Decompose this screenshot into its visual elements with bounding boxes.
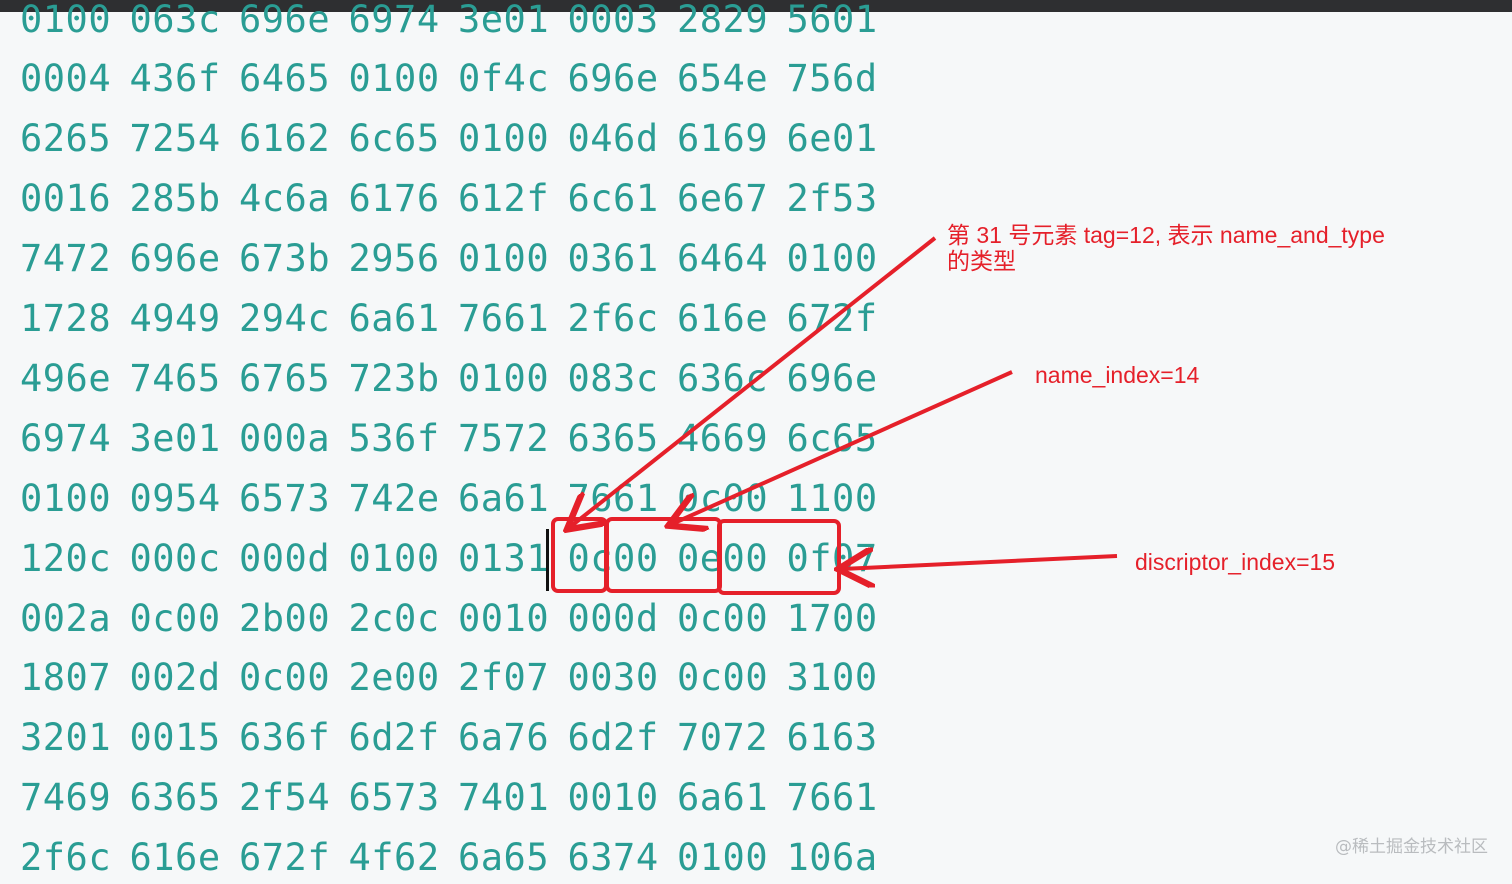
- descriptor-index-highlight-box: [717, 519, 841, 595]
- tag-arrow: [570, 236, 937, 527]
- name-index-annotation-label: name_index=14: [1035, 362, 1200, 388]
- descriptor-index-arrow: [842, 556, 1118, 569]
- tag-annotation-line2: 的类型: [947, 248, 1016, 274]
- tag-highlight-box: [551, 517, 608, 593]
- tag-annotation-line1: 第 31 号元素 tag=12, 表示 name_and_type: [947, 222, 1385, 248]
- tag-annotation-label: 第 31 号元素 tag=12, 表示 name_and_type 的类型: [947, 222, 1385, 274]
- watermark: @稀土掘金技术社区: [1335, 837, 1488, 857]
- name-index-arrow: [672, 370, 1013, 524]
- name-index-highlight-box: [605, 517, 722, 593]
- descriptor-index-annotation-label: discriptor_index=15: [1135, 549, 1336, 575]
- annotation-layer: [551, 236, 1118, 595]
